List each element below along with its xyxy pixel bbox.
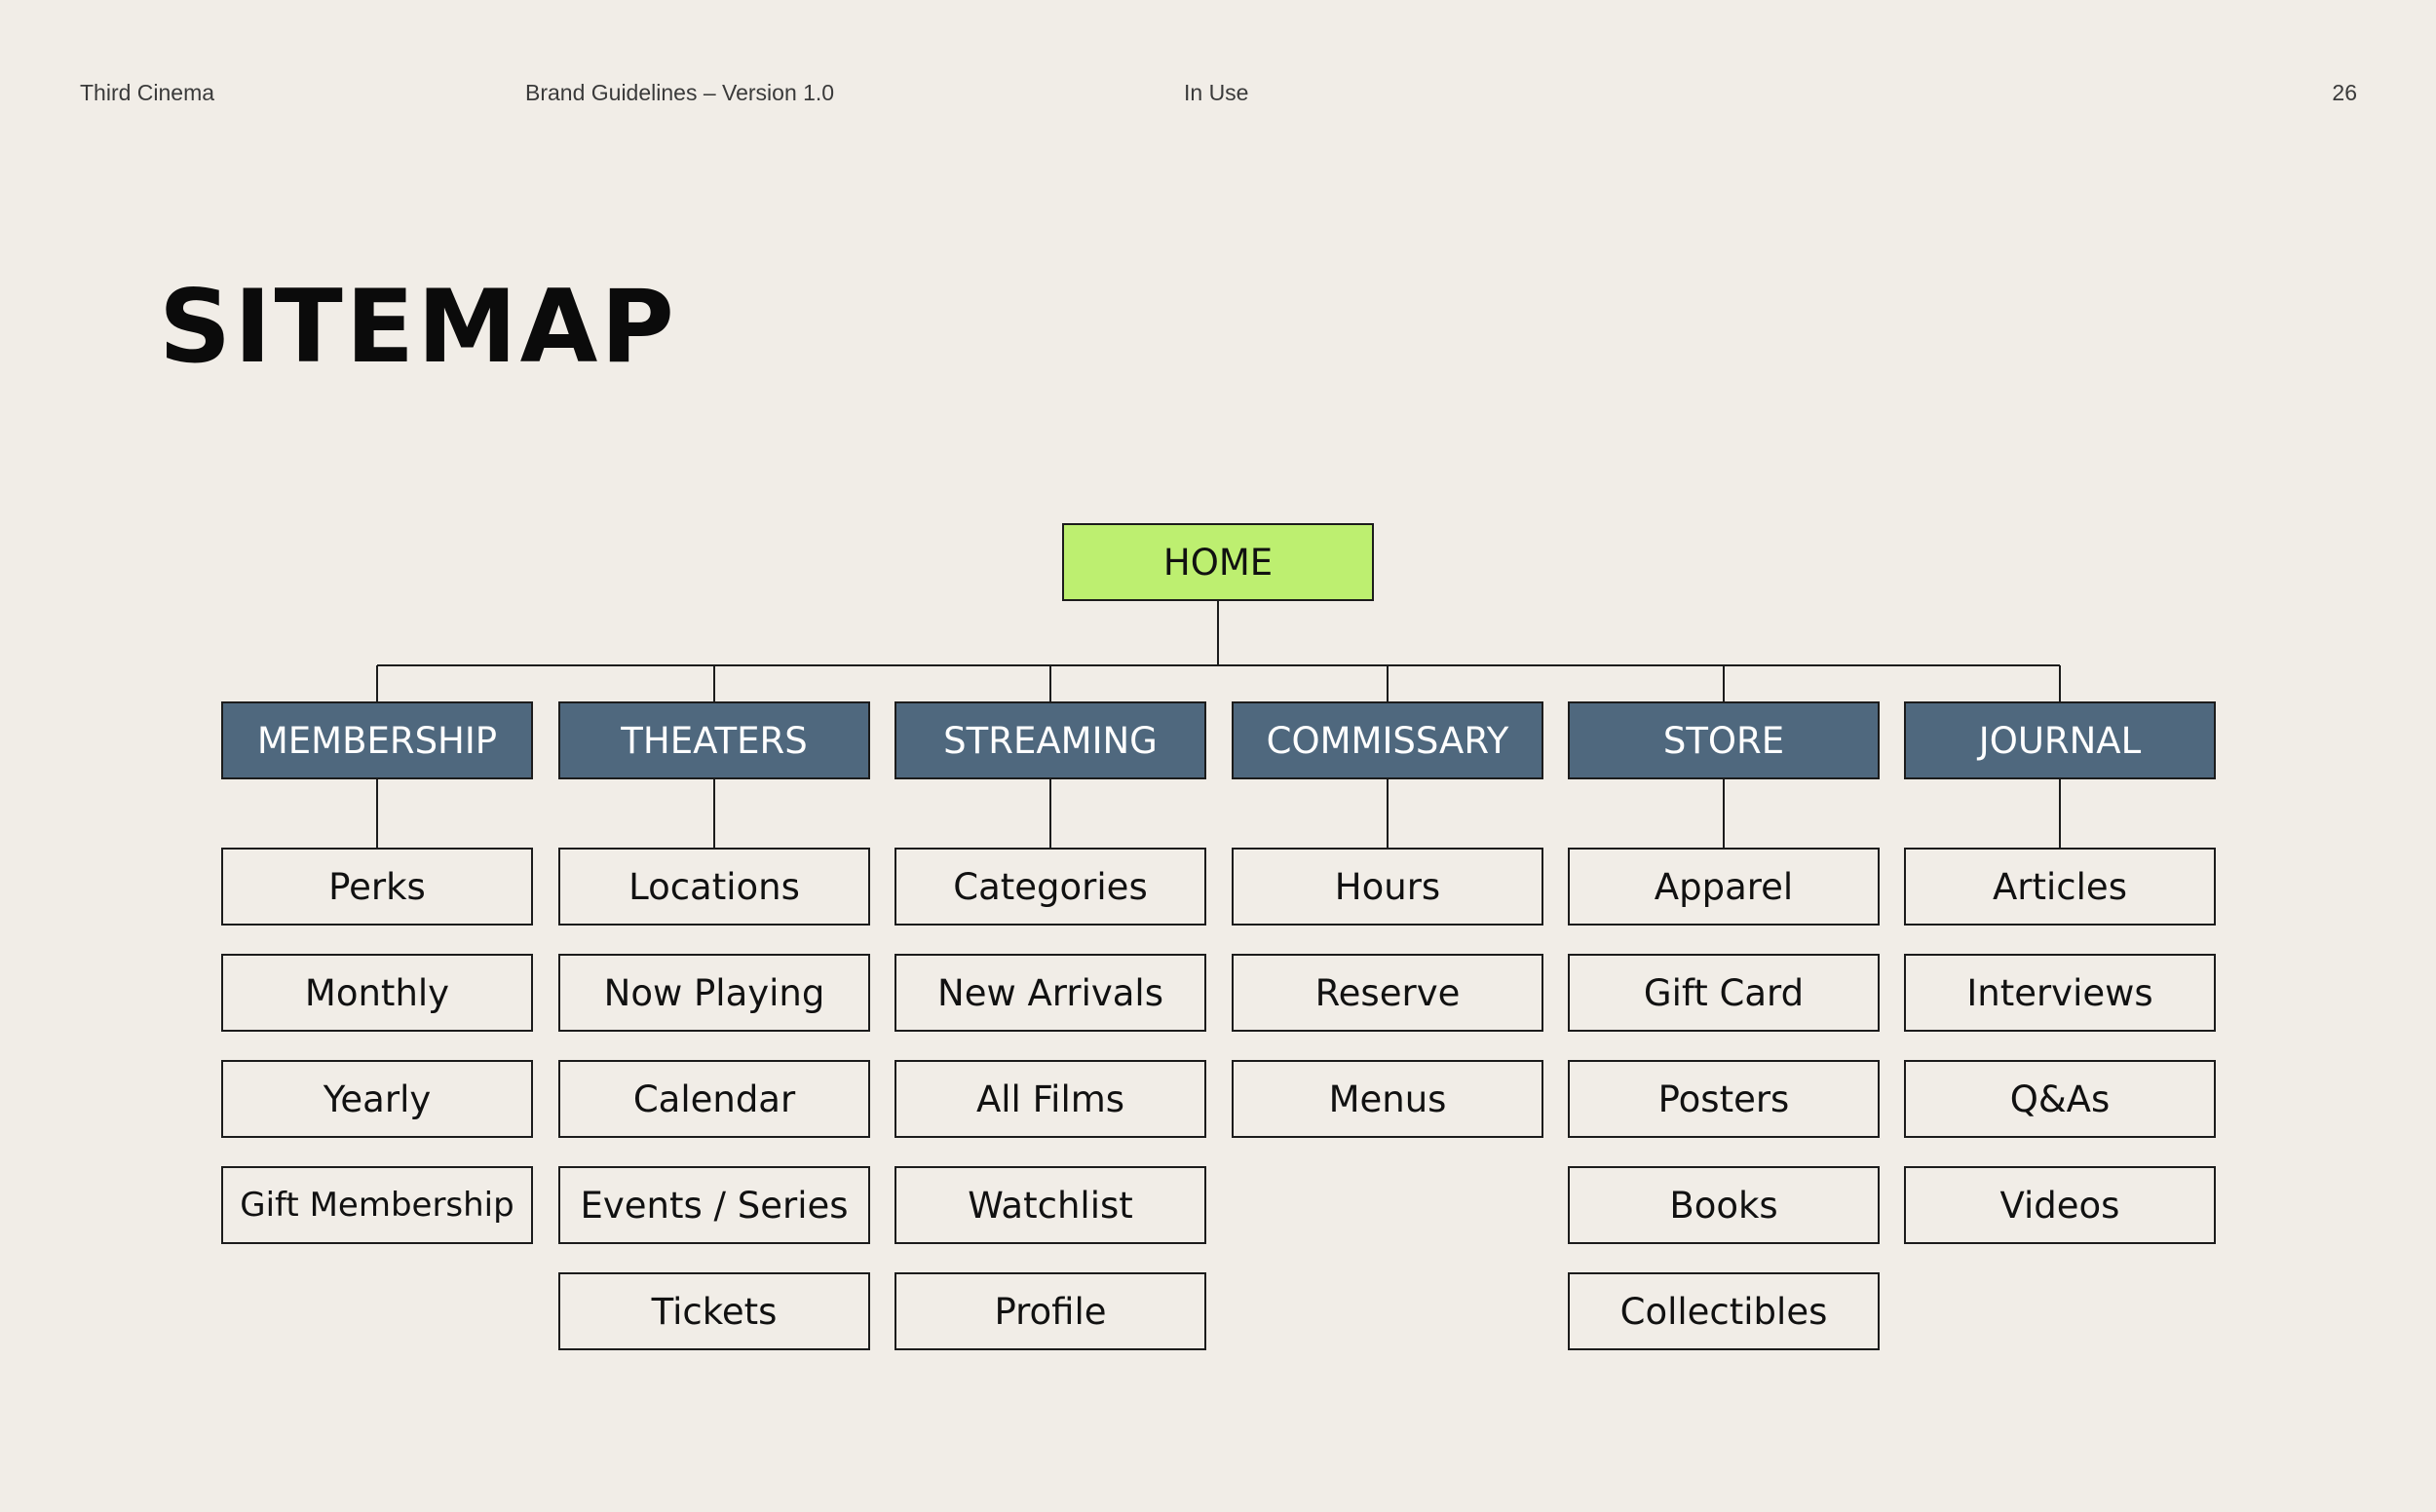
sitemap-section-streaming: STREAMING bbox=[894, 701, 1206, 779]
sitemap-page-theaters: Locations bbox=[558, 848, 870, 926]
sitemap-page-theaters: Tickets bbox=[558, 1272, 870, 1350]
sitemap-page-membership: Gift Membership bbox=[221, 1166, 533, 1244]
sitemap-page-journal: Interviews bbox=[1904, 954, 2216, 1032]
sitemap-page-store: Posters bbox=[1568, 1060, 1880, 1138]
sitemap-page-commissary: Menus bbox=[1232, 1060, 1543, 1138]
sitemap-page-journal: Q&As bbox=[1904, 1060, 2216, 1138]
sitemap-page-journal: Videos bbox=[1904, 1166, 2216, 1244]
sitemap-page-commissary: Hours bbox=[1232, 848, 1543, 926]
sitemap-page-streaming: New Arrivals bbox=[894, 954, 1206, 1032]
sitemap-page-store: Books bbox=[1568, 1166, 1880, 1244]
sitemap-root-home: HOME bbox=[1062, 523, 1374, 601]
sitemap-page-journal: Articles bbox=[1904, 848, 2216, 926]
sitemap-page-store: Gift Card bbox=[1568, 954, 1880, 1032]
sitemap-section-commissary: COMMISSARY bbox=[1232, 701, 1543, 779]
sitemap-page-streaming: All Films bbox=[894, 1060, 1206, 1138]
sitemap-page-streaming: Watchlist bbox=[894, 1166, 1206, 1244]
sitemap-page-membership: Yearly bbox=[221, 1060, 533, 1138]
sitemap-page-store: Apparel bbox=[1568, 848, 1880, 926]
sitemap-page-theaters: Events / Series bbox=[558, 1166, 870, 1244]
sitemap-page-theaters: Now Playing bbox=[558, 954, 870, 1032]
sitemap-page-membership: Perks bbox=[221, 848, 533, 926]
sitemap-page-membership: Monthly bbox=[221, 954, 533, 1032]
sitemap-page-store: Collectibles bbox=[1568, 1272, 1880, 1350]
sitemap-section-journal: JOURNAL bbox=[1904, 701, 2216, 779]
sitemap-page-streaming: Profile bbox=[894, 1272, 1206, 1350]
sitemap-section-theaters: THEATERS bbox=[558, 701, 870, 779]
sitemap-section-store: STORE bbox=[1568, 701, 1880, 779]
sitemap-page-streaming: Categories bbox=[894, 848, 1206, 926]
sitemap-page-theaters: Calendar bbox=[558, 1060, 870, 1138]
sitemap-page-commissary: Reserve bbox=[1232, 954, 1543, 1032]
sitemap-section-membership: MEMBERSHIP bbox=[221, 701, 533, 779]
